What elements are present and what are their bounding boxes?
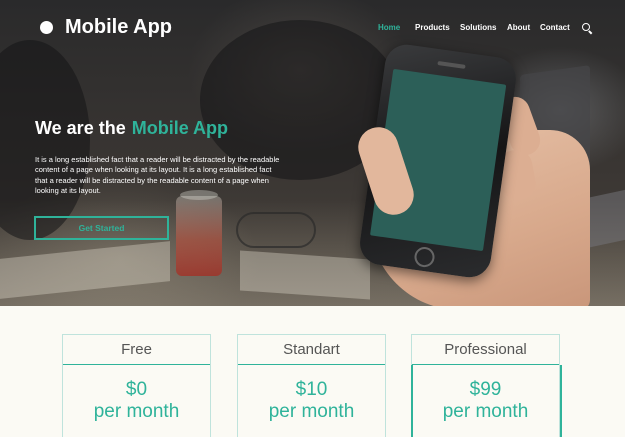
pricing-card-free[interactable]: Free $0 per month	[62, 334, 211, 437]
get-started-button[interactable]: Get Started	[34, 216, 169, 240]
hero-section	[0, 0, 625, 306]
logo-text[interactable]: Mobile App	[65, 16, 172, 39]
pricing-period: per month	[93, 401, 180, 422]
pricing-period: per month	[442, 401, 529, 422]
pricing-card-standart[interactable]: Standart $10 per month	[237, 334, 386, 437]
pricing-plan-name: Free	[63, 335, 210, 365]
hero-title-accent: Mobile App	[131, 118, 229, 138]
pricing-period: per month	[268, 401, 355, 422]
pricing-plan-name: Standart	[238, 335, 385, 365]
phone-speaker	[437, 61, 466, 69]
nav-item-solutions[interactable]: Solutions	[460, 23, 496, 32]
phone-home-button	[413, 245, 436, 269]
nav-item-home[interactable]: Home	[378, 23, 400, 32]
hero-title: We are the Mobile App	[35, 118, 228, 139]
pricing-plan-name: Professional	[412, 335, 559, 365]
pricing-price: $0	[125, 379, 148, 400]
pricing-price: $10	[295, 379, 328, 400]
hero-title-prefix: We are the	[35, 118, 126, 138]
logo-icon[interactable]	[40, 21, 53, 34]
hero-description: It is a long established fact that a rea…	[35, 155, 280, 195]
nav-item-products[interactable]: Products	[415, 23, 450, 32]
hero-background-cup	[176, 190, 222, 276]
nav-item-contact[interactable]: Contact	[540, 23, 570, 32]
hero-background-glasses	[236, 212, 316, 248]
pricing-card-professional[interactable]: Professional $99 per month	[411, 334, 562, 437]
search-icon[interactable]	[582, 23, 590, 31]
pricing-price: $99	[469, 379, 502, 400]
nav-item-about[interactable]: About	[507, 23, 530, 32]
